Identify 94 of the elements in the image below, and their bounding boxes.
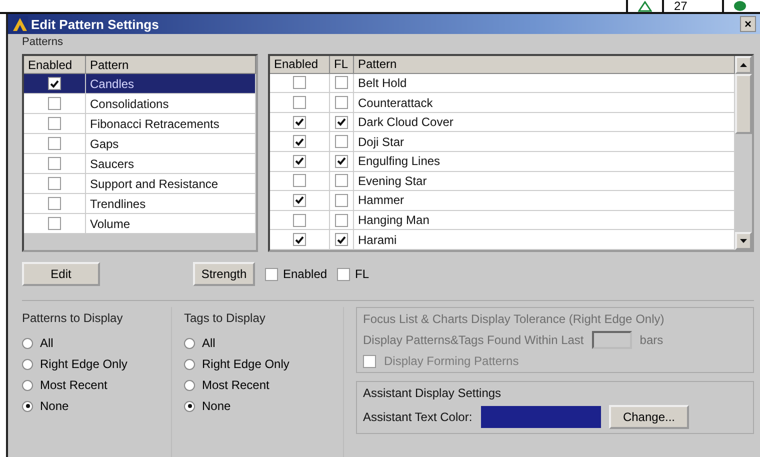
unit-label: bars [640,333,664,347]
close-button[interactable]: × [740,16,756,32]
checkbox[interactable] [335,233,348,246]
checkbox[interactable] [48,137,61,150]
radio-button[interactable] [184,400,195,412]
list-row[interactable]: Saucers [24,154,256,174]
edit-button[interactable]: Edit [22,262,100,286]
group-title: Focus List & Charts Display Tolerance (Right Edge Only) [363,312,666,326]
checkbox[interactable] [265,268,278,280]
checkbox[interactable] [48,97,61,110]
down-arrow-icon [740,239,747,243]
checkbox[interactable] [293,194,306,207]
strength-button[interactable]: Strength [193,262,255,286]
checkbox[interactable] [293,233,306,246]
up-arrow-icon [740,63,747,67]
list-row[interactable]: Belt Hold [270,74,735,94]
window-title: Edit Pattern Settings [31,16,160,32]
list-row[interactable]: Support and Resistance [24,174,256,194]
radio-label: Right Edge Only [40,357,128,371]
radio-label: Right Edge Only [202,357,290,371]
group-title: Patterns [22,36,64,48]
field-label: Display Patterns&Tags Found Within Last [363,333,584,347]
checkbox-label: Display Forming Patterns [384,354,519,368]
checkbox[interactable] [337,268,350,280]
list-row[interactable]: Trendlines [24,194,256,214]
pattern-name: Saucers [86,154,256,173]
list-row[interactable]: Consolidations [24,94,256,114]
checkbox-label: Enabled [283,267,328,281]
radio-label: None [40,399,69,413]
checkbox[interactable] [48,117,61,130]
list-row[interactable]: Hanging Man [270,210,735,230]
group-title: Patterns to Display [22,311,124,325]
pattern-name: Fibonacci Retracements [86,114,256,133]
checkbox[interactable] [293,174,306,188]
radio-button[interactable] [22,400,33,412]
radio-button[interactable] [22,380,33,390]
checkbox[interactable] [293,116,306,129]
app-logo-icon [12,16,28,32]
list-row[interactable]: Gaps [24,134,256,154]
checkbox[interactable] [293,76,306,90]
scroll-down-button[interactable] [735,232,752,250]
triangle-icon [638,0,652,12]
checkbox[interactable] [48,177,61,190]
radio-label: All [40,336,54,350]
checkbox[interactable] [48,157,61,170]
change-button[interactable]: Change... [609,405,689,429]
list-row[interactable]: Counterattack [270,93,735,113]
scroll-up-button[interactable] [735,56,752,74]
pattern-name: Candles [86,74,256,93]
list-row[interactable]: Engulfing Lines [270,152,735,172]
list-row[interactable]: Fibonacci Retracements [24,114,256,134]
radio-button[interactable] [22,358,33,370]
checkbox[interactable] [48,77,61,90]
checkbox[interactable] [335,135,348,148]
radio-button[interactable] [184,358,195,370]
radio-button[interactable] [22,338,33,348]
list-row[interactable]: Evening Star [270,172,735,192]
pattern-name: Gaps [86,134,256,153]
status-dot-icon [734,1,746,11]
radio-button[interactable] [184,338,195,348]
checkbox[interactable] [293,135,306,148]
checkbox[interactable] [293,154,306,168]
checkbox[interactable] [335,154,348,168]
radio-label: Most Recent [202,378,270,392]
pattern-name: Consolidations [86,94,256,113]
list-row[interactable]: Candles [24,74,256,94]
group-title: Assistant Display Settings [363,386,502,400]
scroll-thumb[interactable] [735,74,752,134]
checkbox[interactable] [335,174,348,188]
radio-button[interactable] [184,380,195,390]
checkbox[interactable] [335,96,348,110]
checkbox[interactable] [335,194,348,207]
pattern-name: Trendlines [86,194,256,213]
radio-label: None [202,399,231,413]
checkbox[interactable] [335,116,348,129]
list-row[interactable]: Dark Cloud Cover [270,112,735,132]
pattern-name: Support and Resistance [86,174,256,193]
checkbox[interactable] [48,197,61,210]
group-title: Tags to Display [184,311,266,325]
checkbox[interactable] [335,76,348,90]
value-text: 27 [674,0,688,12]
checkbox[interactable] [48,217,61,230]
checkbox-label: FL [355,267,370,281]
list-row[interactable]: Doji Star [270,132,735,152]
list-row[interactable]: Harami [270,230,735,250]
checkbox[interactable] [335,214,348,227]
pattern-name: Volume [86,214,256,233]
list-row[interactable]: Volume [24,214,256,234]
radio-label: All [202,336,216,350]
list-row[interactable]: Hammer [270,191,735,211]
checkbox[interactable] [293,96,306,110]
field-label: Assistant Text Color: [363,410,473,424]
radio-label: Most Recent [40,378,108,392]
checkbox[interactable] [293,214,306,227]
